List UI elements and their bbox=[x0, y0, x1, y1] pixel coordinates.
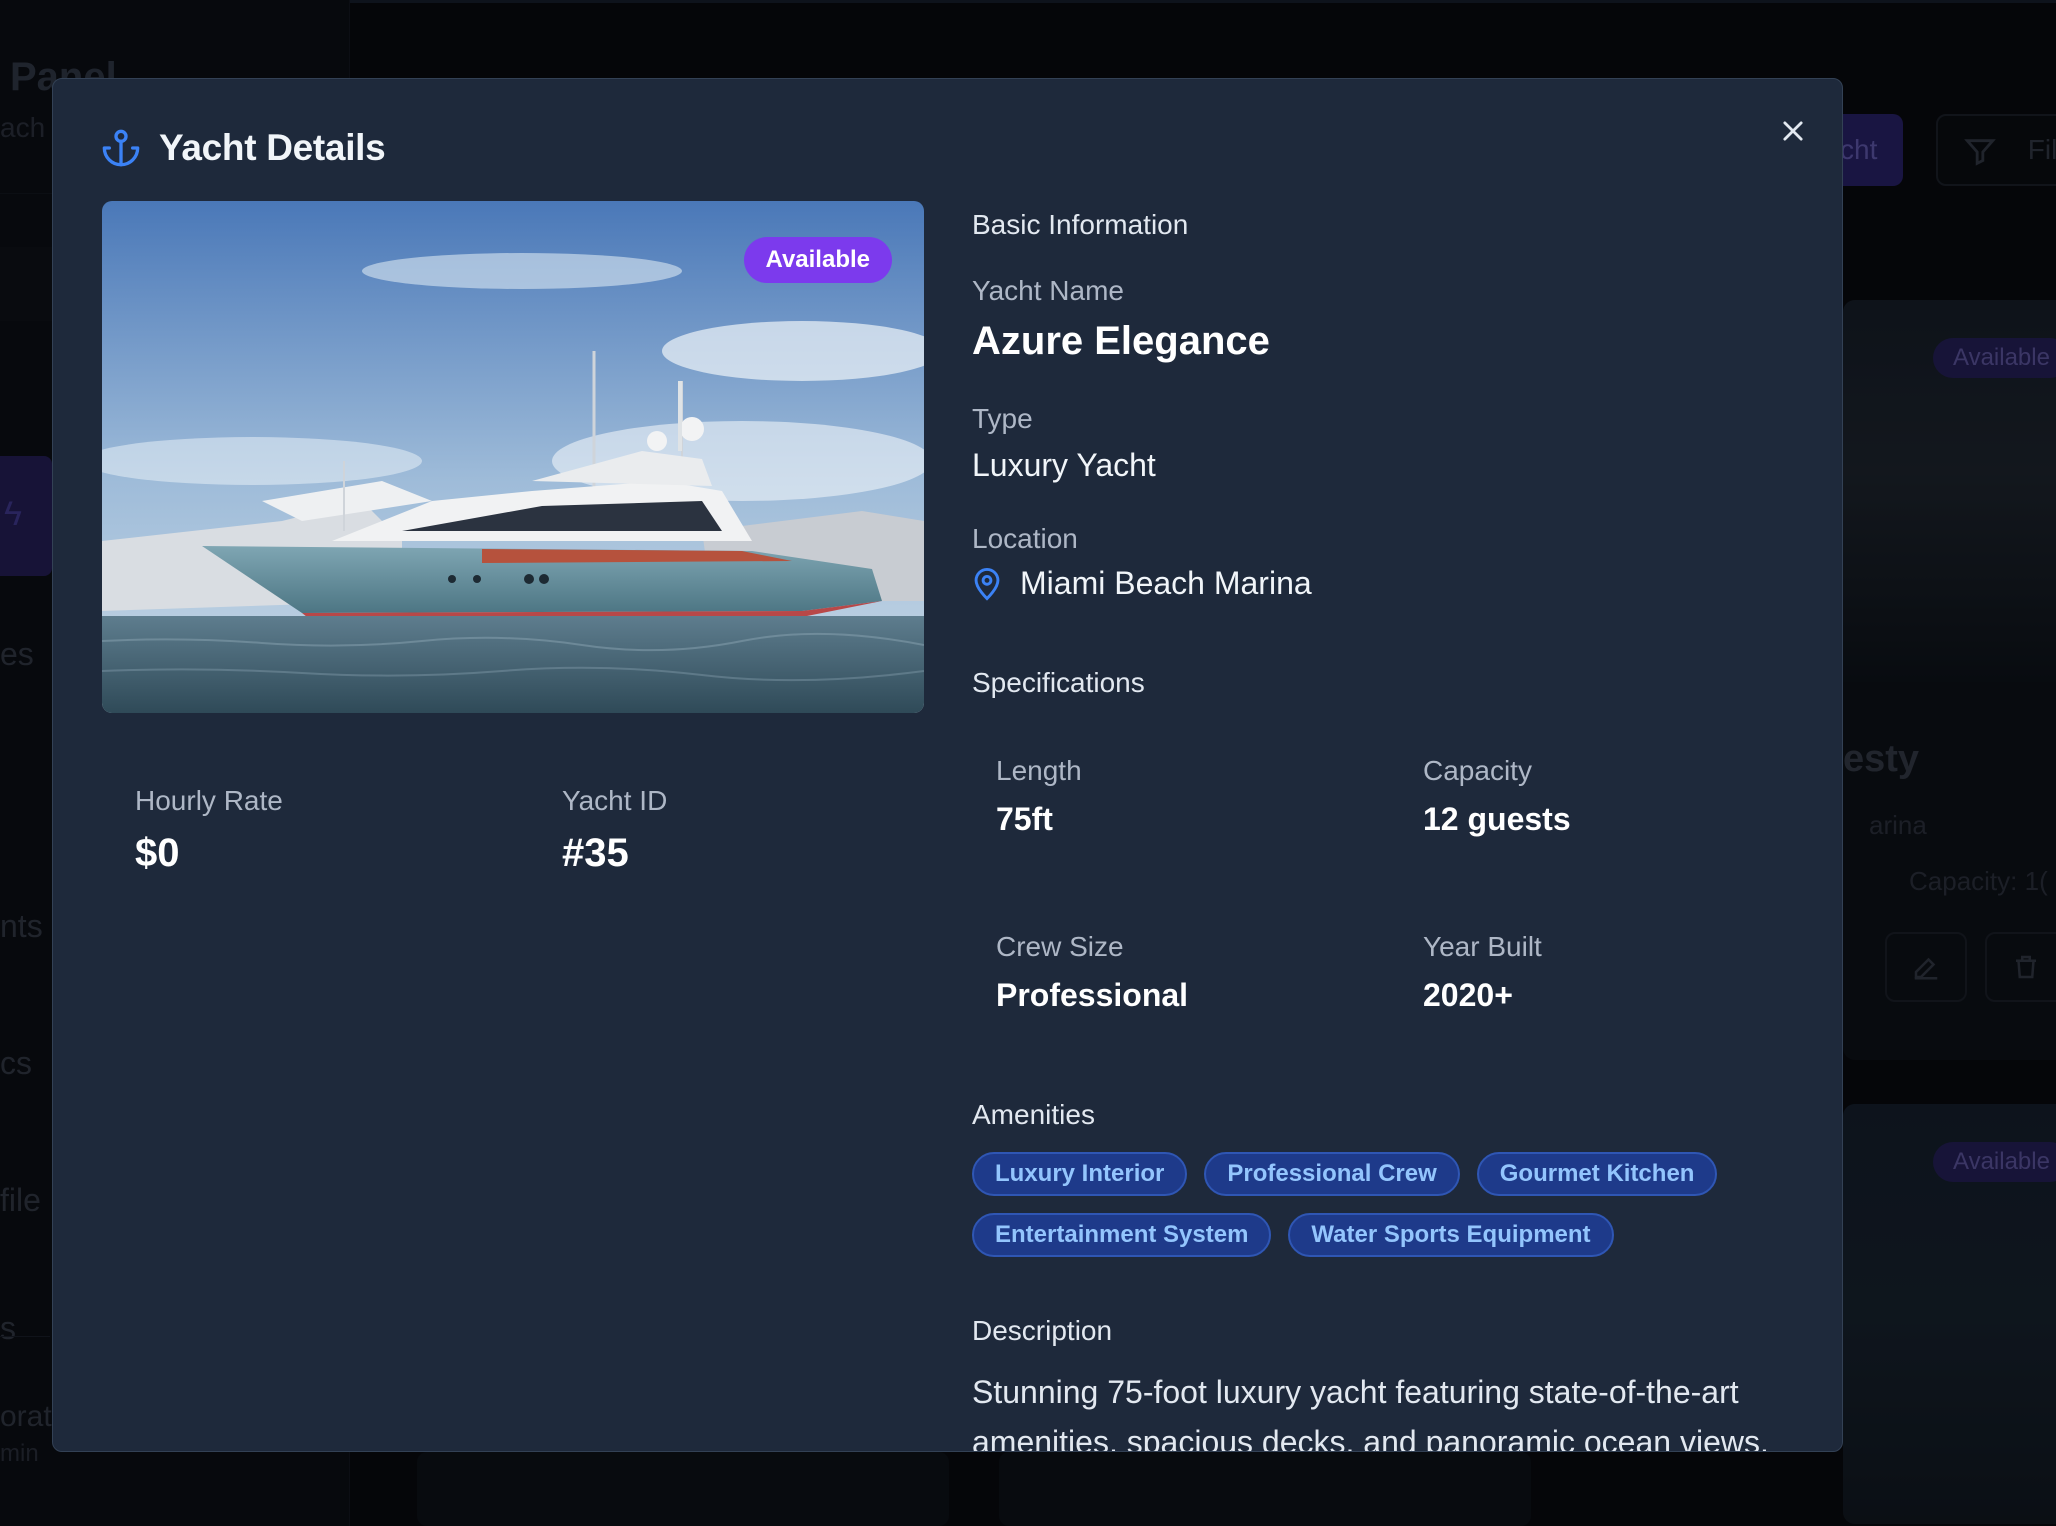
length-value: 75ft bbox=[996, 801, 1053, 837]
hourly-rate-label: Hourly Rate bbox=[135, 785, 283, 816]
map-pin-icon bbox=[974, 567, 1000, 601]
location-label: Location bbox=[972, 523, 1078, 554]
hourly-rate-value: $0 bbox=[135, 831, 180, 875]
yacht-photo: Available bbox=[102, 201, 924, 713]
amenities-title: Amenities bbox=[972, 1099, 1095, 1130]
length-label: Length bbox=[996, 755, 1082, 786]
location-row: Miami Beach Marina bbox=[972, 565, 1312, 602]
yacht-name-label: Yacht Name bbox=[972, 275, 1124, 306]
description-text: Stunning 75-foot luxury yacht featuring … bbox=[972, 1374, 1769, 1452]
crew-size-value: Professional bbox=[996, 977, 1189, 1013]
close-icon bbox=[1783, 121, 1803, 141]
description-title: Description bbox=[972, 1315, 1113, 1346]
crew-size-label: Crew Size bbox=[996, 931, 1124, 962]
yacht-id-label: Yacht ID bbox=[562, 785, 668, 816]
anchor-icon bbox=[102, 129, 140, 167]
close-button[interactable] bbox=[1771, 109, 1815, 153]
spec-length: Length 75ft bbox=[996, 755, 1082, 838]
amenity-chip: Professional Crew bbox=[1204, 1152, 1460, 1196]
type-value: Luxury Yacht bbox=[972, 447, 1156, 483]
capacity-label: Capacity bbox=[1423, 755, 1532, 786]
amenity-chip: Entertainment System bbox=[972, 1213, 1272, 1257]
year-built-value: 2020+ bbox=[1423, 977, 1513, 1013]
spec-capacity: Capacity 12 guests bbox=[1423, 755, 1571, 838]
yacht-id-stat: Yacht ID #35 bbox=[562, 785, 667, 876]
spec-year-built: Year Built 2020+ bbox=[1423, 931, 1542, 1014]
hourly-rate-stat: Hourly Rate $0 bbox=[135, 785, 283, 876]
yacht-details-modal: Yacht Details Available Hourly Rate $0 Y… bbox=[52, 78, 1843, 1452]
modal-title: Yacht Details bbox=[159, 127, 386, 168]
year-built-label: Year Built bbox=[1423, 931, 1542, 962]
specifications-title: Specifications bbox=[972, 667, 1145, 698]
location-value: Miami Beach Marina bbox=[1020, 565, 1312, 601]
capacity-value: 12 guests bbox=[1423, 801, 1571, 837]
status-badge: Available bbox=[743, 237, 892, 283]
yacht-name-value: Azure Elegance bbox=[972, 319, 1270, 363]
spec-crew-size: Crew Size Professional bbox=[996, 931, 1188, 1014]
amenities-list: Luxury Interior Professional Crew Gourme… bbox=[972, 1152, 1802, 1257]
yacht-id-value: #35 bbox=[562, 831, 629, 875]
basic-info-title: Basic Information bbox=[972, 209, 1189, 240]
type-label: Type bbox=[972, 403, 1033, 434]
amenity-chip: Water Sports Equipment bbox=[1288, 1213, 1614, 1257]
amenity-chip: Luxury Interior bbox=[972, 1152, 1188, 1196]
amenity-chip: Gourmet Kitchen bbox=[1476, 1152, 1718, 1196]
modal-header: Yacht Details bbox=[101, 127, 386, 169]
